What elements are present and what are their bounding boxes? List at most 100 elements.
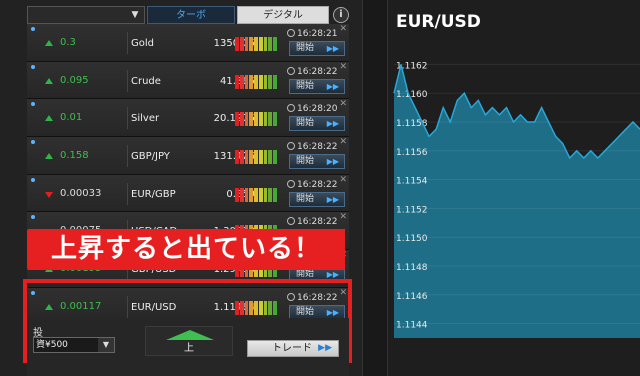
signal-bar xyxy=(249,74,254,89)
signal-bar xyxy=(235,37,239,51)
status-dot xyxy=(31,215,35,220)
status-dot xyxy=(31,102,35,107)
expiry-time-text: 16:28:21 xyxy=(297,29,338,39)
tab-digital[interactable]: デジタル xyxy=(237,6,329,24)
signal-bar xyxy=(235,187,239,202)
fast-forward-icon: ▶▶ xyxy=(326,81,339,91)
up-button[interactable]: 上 xyxy=(145,326,233,356)
signal-bar xyxy=(249,150,254,165)
chart-panel: EUR/USD 1.1162 1.1160 1.1158 1.1156 1.1154 1.… xyxy=(388,0,640,376)
divider xyxy=(127,107,128,130)
change-value: 0.158 xyxy=(60,150,89,162)
clock-icon xyxy=(287,29,295,37)
expiry-time-text: 16:28:22 xyxy=(297,142,338,153)
tab-turbo[interactable]: ターボ xyxy=(147,6,235,24)
divider xyxy=(127,32,128,54)
trade-button[interactable]: トレード ▶▶ xyxy=(247,340,339,357)
tab-bar: ▼ ターボ デジタル i xyxy=(27,6,353,24)
clock-icon xyxy=(287,142,295,151)
chart-title: EUR/USD xyxy=(396,12,481,32)
down-arrow-icon xyxy=(45,191,53,198)
sentiment-bars xyxy=(235,74,278,89)
fast-forward-icon: ▶▶ xyxy=(326,157,339,167)
sentiment-bars xyxy=(235,37,278,51)
asset-row[interactable]: 0.3 Gold 1350.05 16:28:21 ✕ 開始▶▶ xyxy=(27,24,349,62)
amount-value: 資¥500 xyxy=(36,340,68,350)
signal-bar xyxy=(254,112,258,127)
up-arrow-icon xyxy=(166,330,214,340)
fast-forward-icon: ▶▶ xyxy=(326,44,339,53)
start-button[interactable]: 開始 ▶▶ xyxy=(289,154,345,170)
divider xyxy=(127,182,128,205)
signal-bar xyxy=(263,37,268,51)
asset-row[interactable]: 0.00033 EUR/GBP 0.859 16:28:22 ✕ 開始▶▶ xyxy=(27,174,349,213)
close-icon[interactable]: ✕ xyxy=(339,99,347,109)
start-button[interactable]: 開始 ▶▶ xyxy=(289,116,345,132)
change-value: 0.3 xyxy=(60,37,76,48)
asset-row[interactable]: 0.095 Crude 41.365 16:28:22 ✕ 開始▶▶ xyxy=(27,61,349,100)
status-dot xyxy=(31,64,35,69)
status-dot xyxy=(31,140,35,145)
start-button[interactable]: 開始 ▶▶ xyxy=(289,78,345,94)
asset-name: Gold xyxy=(131,38,154,49)
signal-bar xyxy=(273,187,278,202)
signal-bar xyxy=(249,37,254,51)
signal-bar xyxy=(273,37,278,51)
close-icon[interactable]: ✕ xyxy=(339,24,347,34)
asset-row[interactable]: 0.01 Silver 20.1275 16:28:20 ✕ 開始▶▶ xyxy=(27,99,349,138)
start-button[interactable]: 開始 ▶▶ xyxy=(289,191,345,207)
up-arrow-icon xyxy=(45,40,53,46)
y-tick-label: 1.1150 xyxy=(396,234,428,244)
chart-area xyxy=(394,64,640,338)
signal-bar xyxy=(239,150,244,165)
close-icon[interactable]: ✕ xyxy=(339,62,347,72)
asset-list-panel: ▼ ターボ デジタル i 0.3 Gold 1350.05 16:28:21 ✕… xyxy=(0,0,362,376)
start-button-label: 開始 xyxy=(296,118,315,129)
change-value: 0.01 xyxy=(60,112,83,124)
signal-bar xyxy=(263,74,268,89)
signal-bar xyxy=(273,150,278,165)
expiry-time: 16:28:22 xyxy=(287,216,343,228)
amount-select[interactable]: 資¥500 ▼ xyxy=(33,337,115,353)
signal-bar xyxy=(268,74,273,89)
close-icon[interactable]: ✕ xyxy=(339,175,347,185)
start-button[interactable]: 開始 ▶▶ xyxy=(289,41,345,56)
signal-bar xyxy=(244,112,249,127)
trade-panel: 投 資¥500 ▼ 上 トレード ▶▶ xyxy=(27,318,349,376)
signal-bar xyxy=(258,74,263,89)
signal-bar xyxy=(254,150,258,165)
expiry-time: 16:28:21 xyxy=(287,28,343,40)
close-icon[interactable]: ✕ xyxy=(339,137,347,147)
category-select[interactable]: ▼ xyxy=(27,6,145,24)
signal-bar xyxy=(244,74,249,89)
signal-bar xyxy=(263,187,268,202)
price-chart: 1.11621.11601.11581.11561.11541.11521.11… xyxy=(393,61,640,338)
info-icon[interactable]: i xyxy=(333,7,349,23)
signal-bar xyxy=(249,187,254,202)
asset-row[interactable]: 0.158 GBP/JPY 131.426 16:28:22 ✕ 開始▶▶ xyxy=(27,137,349,175)
asset-name: EUR/GBP xyxy=(131,188,176,200)
expiry-time-text: 16:28:22 xyxy=(297,66,338,77)
close-icon[interactable]: ✕ xyxy=(339,212,347,222)
signal-bar xyxy=(263,150,268,165)
status-dot xyxy=(31,27,35,31)
up-arrow-icon xyxy=(45,77,53,84)
signal-bar xyxy=(258,112,263,127)
up-arrow-icon xyxy=(45,115,53,122)
signal-bar xyxy=(263,112,268,127)
y-tick-label: 1.1154 xyxy=(396,177,428,187)
y-tick-label: 1.1144 xyxy=(396,321,428,331)
change-value: 0.00033 xyxy=(60,187,102,199)
chevron-down-icon: ▼ xyxy=(131,10,139,20)
expiry-time: 16:28:20 xyxy=(287,103,343,115)
up-arrow-icon xyxy=(45,153,53,160)
expiry-time: 16:28:22 xyxy=(287,141,343,153)
signal-bar xyxy=(235,74,239,89)
signal-bar xyxy=(235,112,239,127)
signal-bar xyxy=(244,187,249,202)
signal-bar xyxy=(244,37,249,51)
signal-bar xyxy=(239,112,244,127)
clock-icon xyxy=(287,66,295,75)
signal-bar xyxy=(268,112,273,127)
signal-bar xyxy=(268,37,273,51)
